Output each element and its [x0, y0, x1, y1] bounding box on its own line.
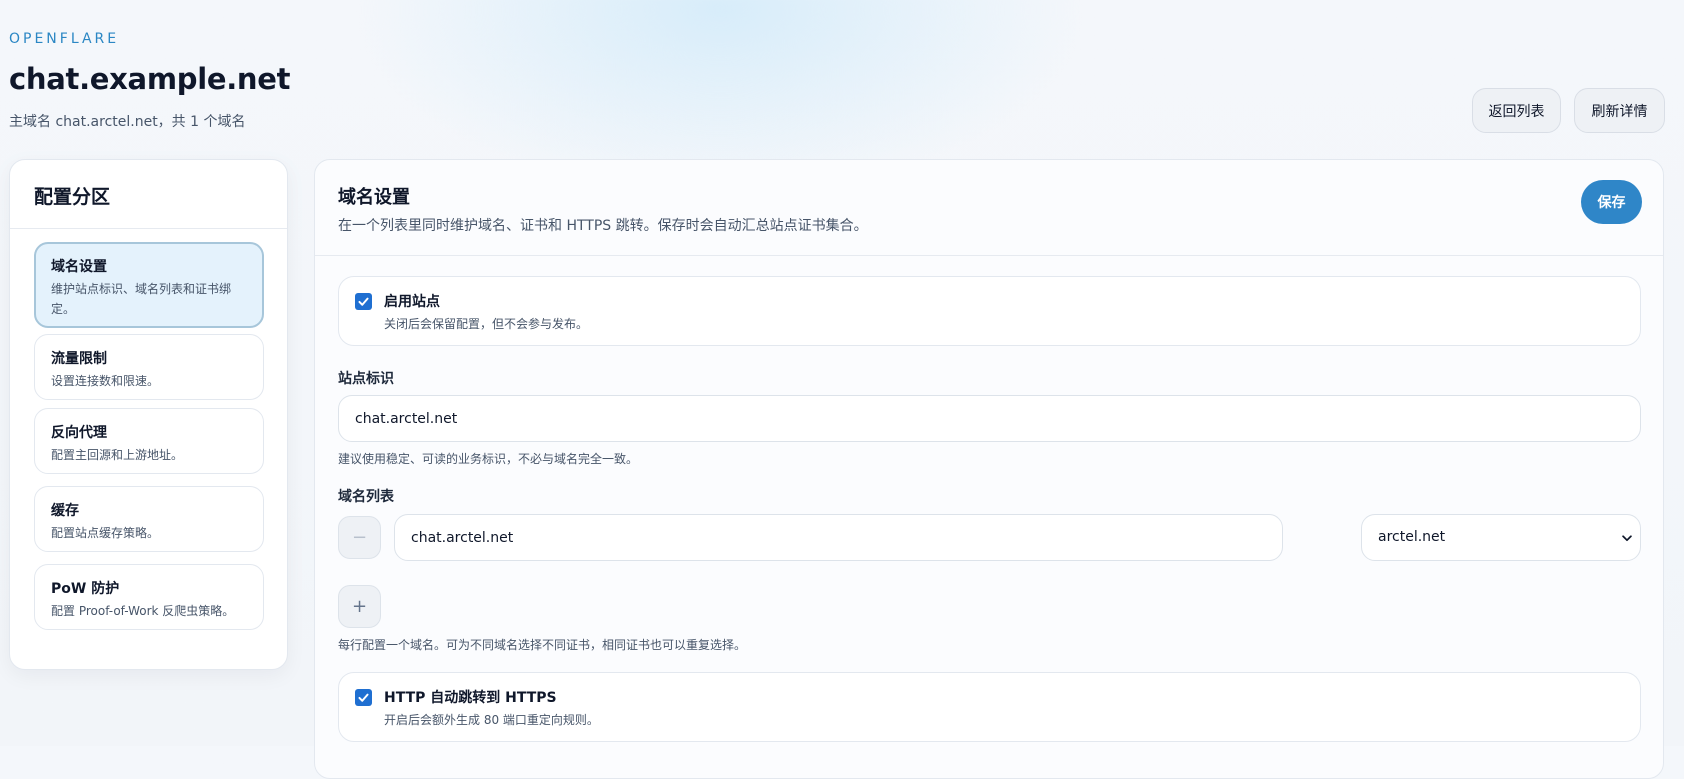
sidebar-item-desc: 维护站点标识、域名列表和证书绑定。	[51, 282, 232, 316]
page-subtitle: 主域名 chat.arctel.net，共 1 个域名	[9, 114, 246, 130]
domain-input[interactable]	[394, 514, 1283, 561]
sidebar-item-label: 流量限制	[51, 351, 107, 367]
enable-site-checkbox[interactable]	[355, 293, 372, 310]
sidebar-item-rate-limit[interactable]: 流量限制 设置连接数和限速。	[34, 334, 264, 400]
sidebar-divider	[10, 228, 287, 229]
site-id-hint: 建议使用稳定、可读的业务标识，不必与域名完全一致。	[338, 452, 639, 466]
save-button[interactable]: 保存	[1581, 180, 1642, 224]
back-to-list-button[interactable]: 返回列表	[1472, 88, 1561, 133]
sidebar-item-pow-protection[interactable]: PoW 防护 配置 Proof-of-Work 反爬虫策略。	[34, 564, 264, 630]
brand-label: OPENFLARE	[9, 31, 120, 47]
remove-domain-button[interactable]: −	[338, 516, 381, 559]
sidebar-item-desc: 配置站点缓存策略。	[51, 526, 160, 540]
sidebar-item-desc: 配置 Proof-of-Work 反爬虫策略。	[51, 604, 235, 618]
sidebar-item-label: PoW 防护	[51, 581, 120, 597]
site-id-label: 站点标识	[338, 371, 394, 387]
enable-site-desc: 关闭后会保留配置，但不会参与发布。	[384, 317, 589, 331]
sidebar-item-label: 缓存	[51, 503, 79, 519]
check-icon	[358, 693, 369, 702]
section-title: 域名设置	[338, 187, 410, 208]
sidebar-item-label: 域名设置	[51, 259, 107, 275]
enable-site-label: 启用站点	[384, 294, 440, 310]
sidebar-item-label: 反向代理	[51, 425, 107, 441]
certificate-select-value: arctel.net	[1378, 529, 1446, 545]
minus-icon: −	[351, 527, 368, 548]
refresh-details-button[interactable]: 刷新详情	[1574, 88, 1665, 133]
config-sections-sidebar: 配置分区 域名设置 维护站点标识、域名列表和证书绑定。 流量限制 设置连接数和限…	[9, 159, 288, 670]
enable-site-card: 启用站点 关闭后会保留配置，但不会参与发布。	[338, 276, 1641, 346]
chevron-down-icon	[1622, 535, 1632, 542]
https-redirect-checkbox[interactable]	[355, 689, 372, 706]
page-title: chat.example.net	[9, 62, 291, 96]
sidebar-item-reverse-proxy[interactable]: 反向代理 配置主回源和上游地址。	[34, 408, 264, 474]
https-redirect-label: HTTP 自动跳转到 HTTPS	[384, 690, 557, 706]
https-redirect-card: HTTP 自动跳转到 HTTPS 开启后会额外生成 80 端口重定向规则。	[338, 672, 1641, 742]
section-divider	[315, 255, 1663, 256]
domain-settings-panel: 域名设置 在一个列表里同时维护域名、证书和 HTTPS 跳转。保存时会自动汇总站…	[314, 159, 1664, 779]
add-domain-button[interactable]: +	[338, 585, 381, 628]
check-icon	[358, 297, 369, 306]
sidebar-item-cache[interactable]: 缓存 配置站点缓存策略。	[34, 486, 264, 552]
site-id-input[interactable]	[338, 395, 1641, 442]
domain-list-hint: 每行配置一个域名。可为不同域名选择不同证书，相同证书也可以重复选择。	[338, 638, 747, 652]
sidebar-item-domain-settings[interactable]: 域名设置 维护站点标识、域名列表和证书绑定。	[34, 242, 264, 328]
domain-list-label: 域名列表	[338, 489, 394, 505]
sidebar-title: 配置分区	[34, 186, 111, 208]
plus-icon: +	[351, 596, 368, 617]
sidebar-item-desc: 配置主回源和上游地址。	[51, 448, 184, 462]
section-description: 在一个列表里同时维护域名、证书和 HTTPS 跳转。保存时会自动汇总站点证书集合…	[338, 218, 868, 234]
sidebar-item-desc: 设置连接数和限速。	[51, 374, 160, 388]
https-redirect-desc: 开启后会额外生成 80 端口重定向规则。	[384, 713, 599, 727]
certificate-select[interactable]: arctel.net	[1361, 514, 1641, 561]
